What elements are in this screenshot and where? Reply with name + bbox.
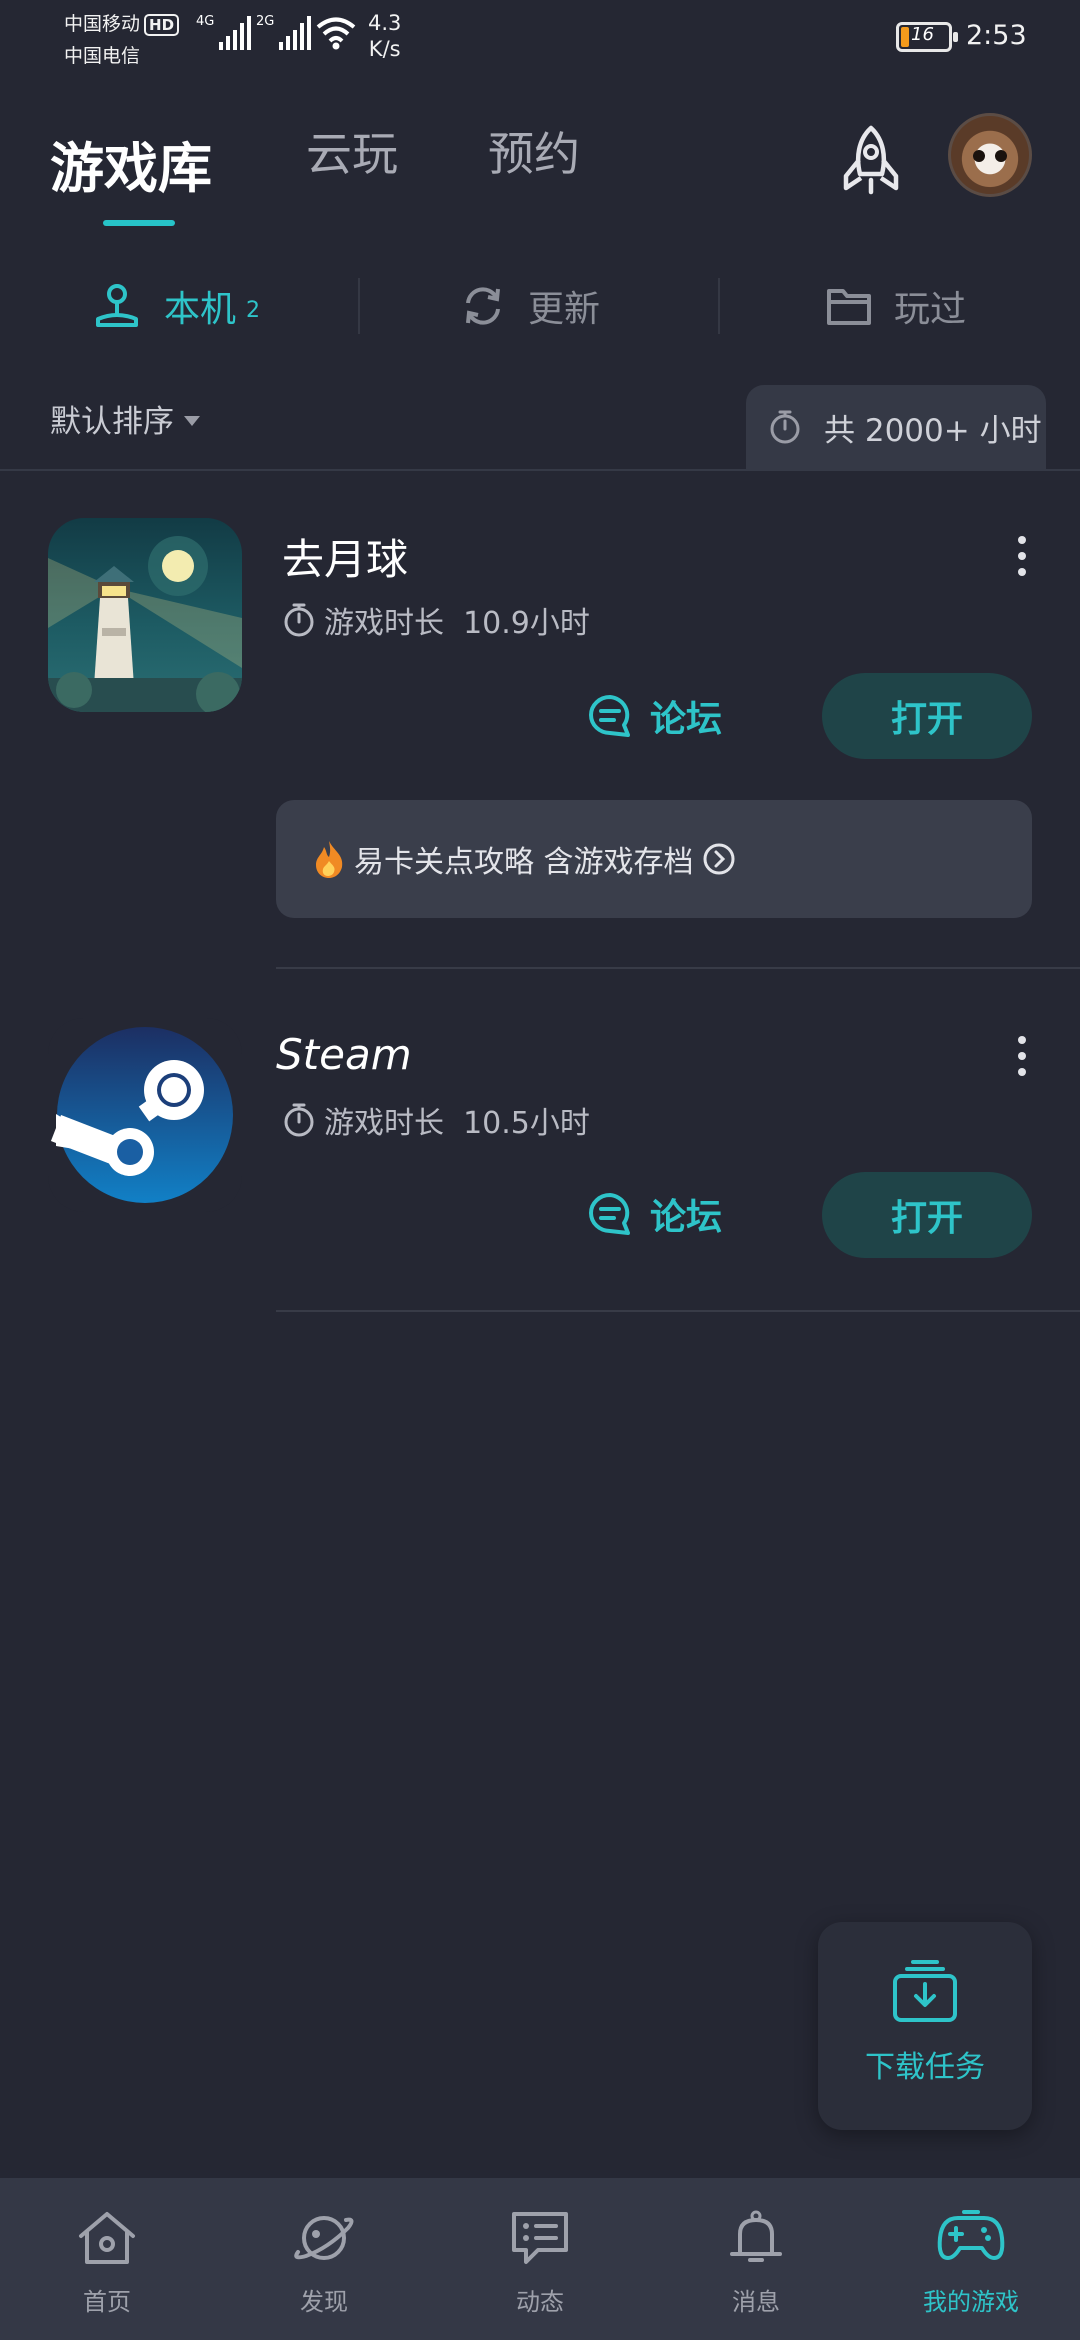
subtab-divider <box>358 278 360 334</box>
nav-discover-label: 发现 <box>300 2288 348 2316</box>
signal-icon: 4G <box>196 14 252 50</box>
download-task-label: 下载任务 <box>865 2050 985 2085</box>
gamepad-icon <box>937 2210 1005 2260</box>
header-divider <box>0 469 1080 471</box>
caret-down-icon <box>184 415 200 426</box>
total-playtime: 共 2000+ 小时 <box>746 385 1046 469</box>
nav-feed[interactable]: 动态 <box>465 2208 615 2317</box>
subtab-divider <box>718 278 720 334</box>
network-type-2: 2G <box>256 14 275 29</box>
signal-icon: 2G <box>256 14 312 50</box>
arrow-right-circle-icon <box>703 843 735 875</box>
sort-label: 默认排序 <box>50 404 174 440</box>
steam-logo-icon <box>50 1027 233 1203</box>
clock: 2:53 <box>966 20 1027 51</box>
guide-banner-text: 易卡关点攻略 含游戏存档 <box>354 845 694 880</box>
open-game-button[interactable]: 打开 <box>822 673 1032 759</box>
list-divider <box>276 1310 1080 1312</box>
home-icon <box>79 2212 135 2264</box>
stopwatch-icon <box>770 410 800 444</box>
playtime-value: 10.9小时 <box>463 606 590 641</box>
hd-badge: HD <box>144 14 180 36</box>
carrier-2: 中国电信 <box>64 45 141 67</box>
stopwatch-icon <box>284 1103 314 1137</box>
more-options-icon[interactable] <box>1010 536 1034 576</box>
list-divider <box>276 967 1080 969</box>
nav-my-games-label: 我的游戏 <box>923 2288 1019 2316</box>
game-title: 去月球 <box>282 535 409 584</box>
more-options-icon[interactable] <box>1010 1036 1034 1076</box>
subtab-update-label: 更新 <box>528 289 601 330</box>
chat-bubble-icon <box>589 695 630 737</box>
playtime-value: 10.5小时 <box>463 1106 590 1141</box>
game-playtime: 游戏时长 10.9小时 <box>282 598 590 642</box>
carrier-info: 中国移动 HD 中国电信 <box>64 8 180 72</box>
open-game-button[interactable]: 打开 <box>822 1172 1032 1258</box>
total-playtime-label: 共 2000+ 小时 <box>824 412 1042 449</box>
lighthouse-icon <box>48 536 242 712</box>
avatar[interactable] <box>948 113 1032 197</box>
wifi-icon <box>316 17 356 50</box>
carrier-1: 中国移动 <box>64 13 141 35</box>
network-speed: 4.3 K/s <box>368 11 402 61</box>
forum-button[interactable]: 论坛 <box>586 686 722 746</box>
subtab-played[interactable]: 玩过 <box>826 278 966 334</box>
bell-icon <box>730 2210 782 2262</box>
nav-messages[interactable]: 消息 <box>681 2208 831 2317</box>
battery-icon: 16 <box>896 22 958 52</box>
rocket-icon[interactable] <box>836 124 906 196</box>
battery-level: 16 <box>911 24 934 45</box>
status-bar: 中国移动 HD 中国电信 4G 2G 4.3 K/s 16 2:53 <box>0 0 1080 80</box>
nav-discover[interactable]: 发现 <box>249 2208 399 2317</box>
download-task-button[interactable]: 下载任务 <box>818 1922 1032 2130</box>
active-tab-indicator <box>103 220 175 226</box>
sort-dropdown[interactable]: 默认排序 <box>50 396 200 441</box>
game-icon-to-the-moon[interactable] <box>48 518 242 712</box>
stopwatch-icon <box>284 603 314 637</box>
guide-banner[interactable]: 易卡关点攻略 含游戏存档 <box>276 800 1032 918</box>
bottom-nav: 首页 发现 动态 消息 我的游戏 <box>0 2178 1080 2340</box>
planet-icon <box>294 2216 354 2260</box>
nav-feed-label: 动态 <box>516 2288 564 2316</box>
nav-messages-label: 消息 <box>732 2288 780 2316</box>
joystick-icon <box>96 284 138 327</box>
subtab-local-count: 2 <box>246 297 261 323</box>
folder-icon <box>827 289 871 325</box>
playtime-label: 游戏时长 <box>324 1106 444 1141</box>
game-playtime: 游戏时长 10.5小时 <box>282 1098 590 1142</box>
chat-bubble-icon <box>589 1193 630 1235</box>
nav-home-label: 首页 <box>83 2288 131 2316</box>
tab-cloud-play[interactable]: 云玩 <box>306 118 398 184</box>
subtab-local-label: 本机 <box>164 289 237 330</box>
game-icon-steam[interactable] <box>48 1018 242 1212</box>
network-type-1: 4G <box>196 14 215 29</box>
playtime-label: 游戏时长 <box>324 606 444 641</box>
subtab-local[interactable]: 本机 2 <box>92 278 260 334</box>
download-tray-icon <box>893 1960 957 2022</box>
nav-home[interactable]: 首页 <box>32 2208 182 2317</box>
tab-game-library[interactable]: 游戏库 <box>50 124 212 203</box>
subtab-played-label: 玩过 <box>894 289 967 330</box>
message-icon <box>512 2212 568 2264</box>
tab-reservation[interactable]: 预约 <box>488 118 580 184</box>
fire-icon <box>316 841 343 878</box>
game-title: Steam <box>276 1030 412 1079</box>
forum-button[interactable]: 论坛 <box>586 1184 722 1244</box>
subtab-update[interactable]: 更新 <box>460 278 600 334</box>
refresh-icon <box>466 287 500 325</box>
nav-my-games[interactable]: 我的游戏 <box>896 2208 1046 2317</box>
